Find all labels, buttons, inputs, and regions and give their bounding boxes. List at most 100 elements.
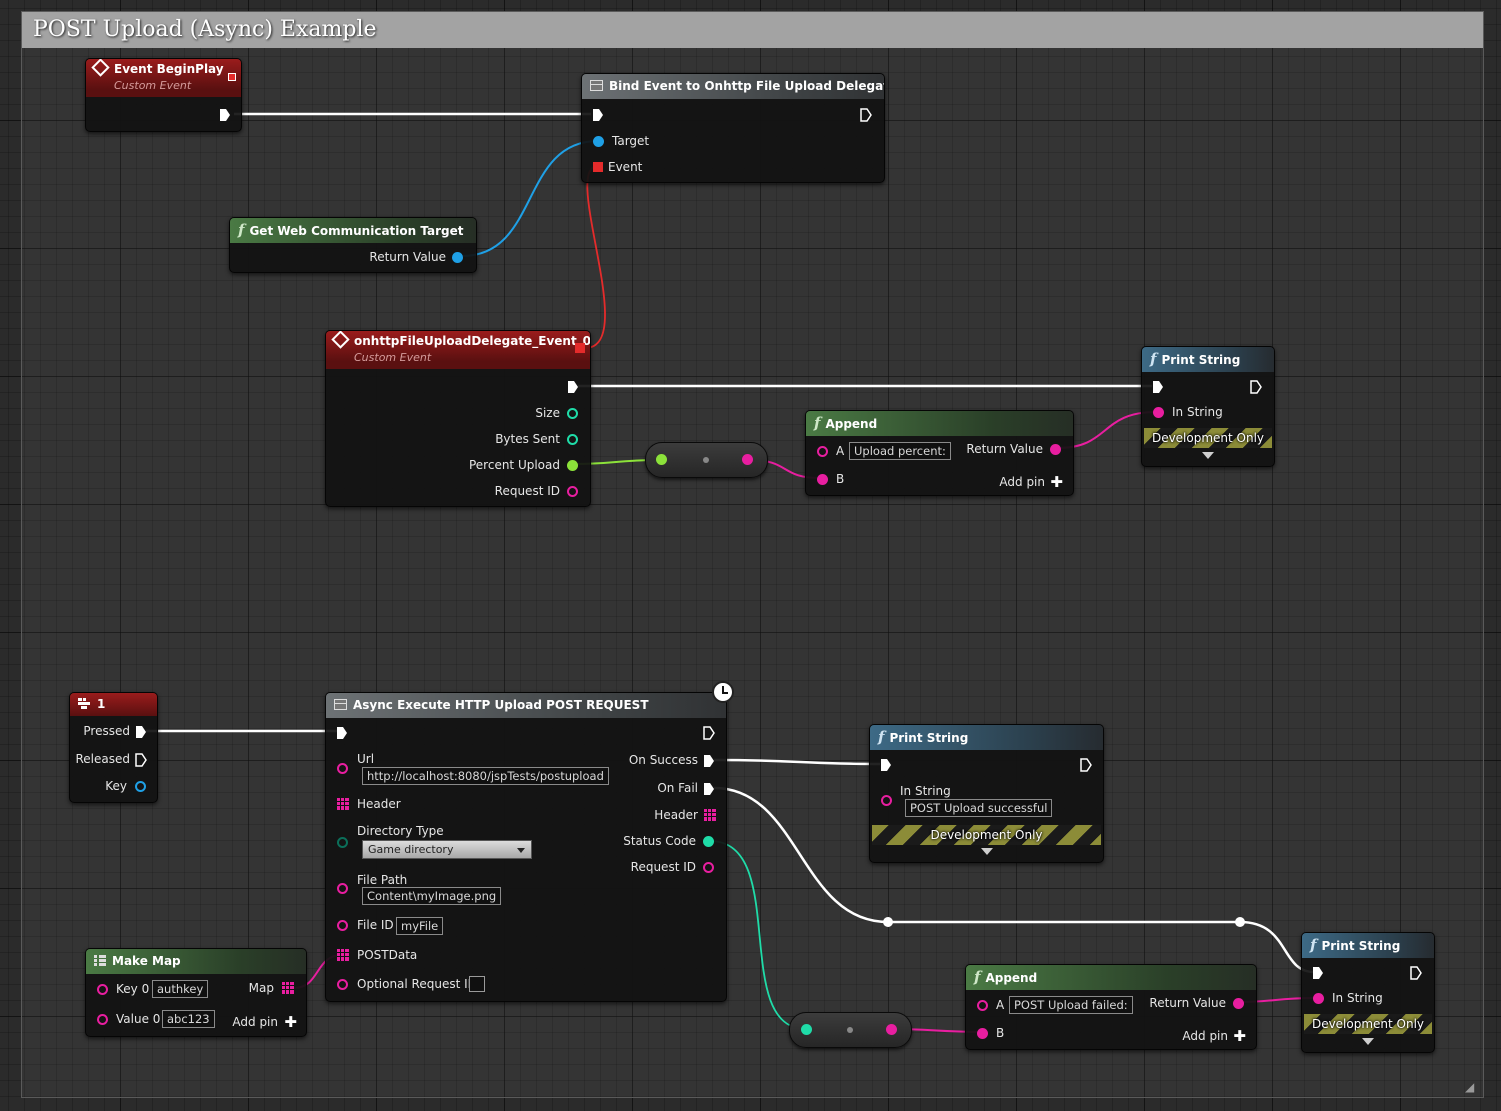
value-0-input[interactable]: abc123 bbox=[162, 1010, 215, 1028]
delegate-pin[interactable] bbox=[228, 73, 236, 81]
add-pin-label[interactable]: Add pin bbox=[232, 1015, 278, 1029]
node-title: Async Execute HTTP Upload POST REQUEST bbox=[353, 698, 649, 712]
in-string-pin[interactable] bbox=[1313, 993, 1324, 1004]
header-map-pin[interactable] bbox=[337, 798, 349, 810]
b-pin[interactable] bbox=[977, 1028, 988, 1039]
file-id-pin[interactable] bbox=[337, 920, 348, 931]
node-key-event-1[interactable]: 1 Pressed Released Key bbox=[69, 692, 158, 803]
blueprint-graph[interactable]: POST Upload (Async) Example ◢ Event Begi… bbox=[0, 0, 1501, 1111]
value-0-pin[interactable] bbox=[97, 1014, 108, 1025]
conversion-out-pin[interactable] bbox=[742, 454, 753, 465]
header-out-map-pin[interactable] bbox=[704, 809, 716, 821]
node-bind-event[interactable]: Bind Event to Onhttp File Upload Delegat… bbox=[581, 73, 885, 183]
node-print-string-success[interactable]: f Print String In String POST Upload succ… bbox=[869, 724, 1104, 863]
target-pin[interactable] bbox=[593, 136, 604, 147]
node-append-top[interactable]: f Append A Upload percent: Return Value B… bbox=[805, 410, 1074, 496]
optional-request-id-checkbox[interactable] bbox=[469, 976, 485, 992]
directory-type-dropdown[interactable]: Game directory bbox=[362, 840, 532, 859]
a-string-input[interactable]: Upload percent: bbox=[849, 442, 951, 460]
pressed-exec-pin[interactable] bbox=[135, 725, 147, 739]
exec-in-pin[interactable] bbox=[1152, 380, 1164, 394]
conversion-in-pin[interactable] bbox=[656, 454, 667, 465]
a-pin[interactable] bbox=[817, 446, 828, 457]
exec-out-pin[interactable] bbox=[1080, 758, 1092, 772]
node-event-beginplay[interactable]: Event BeginPlay Custom Event bbox=[85, 58, 242, 132]
file-path-input[interactable]: Content\myImage.png bbox=[362, 887, 502, 905]
expand-arrow-icon[interactable] bbox=[981, 848, 993, 855]
percent-upload-pin[interactable] bbox=[567, 460, 578, 471]
url-pin[interactable] bbox=[337, 763, 348, 774]
exec-out-pin[interactable] bbox=[1250, 380, 1262, 394]
node-header: Bind Event to Onhttp File Upload Delegat… bbox=[582, 74, 884, 99]
pressed-label: Pressed bbox=[83, 724, 130, 738]
conversion-out-pin[interactable] bbox=[886, 1024, 897, 1035]
return-value-pin[interactable] bbox=[452, 252, 463, 263]
a-string-input[interactable]: POST Upload failed: bbox=[1009, 996, 1133, 1014]
file-path-pin[interactable] bbox=[337, 883, 348, 894]
map-icon bbox=[94, 955, 106, 966]
add-pin-icon[interactable]: ✚ bbox=[1233, 1029, 1246, 1044]
released-exec-pin[interactable] bbox=[135, 753, 147, 767]
key-0-pin[interactable] bbox=[97, 984, 108, 995]
comment-title[interactable]: POST Upload (Async) Example bbox=[22, 12, 1483, 48]
event-delegate-pin[interactable] bbox=[593, 162, 603, 172]
exec-out-pin[interactable] bbox=[219, 108, 231, 122]
on-fail-exec-pin[interactable] bbox=[703, 782, 715, 796]
exec-in-pin[interactable] bbox=[880, 758, 892, 772]
request-id-pin[interactable] bbox=[567, 486, 578, 497]
node-append-bottom[interactable]: f Append A POST Upload failed: Return Val… bbox=[965, 964, 1257, 1050]
add-pin-label[interactable]: Add pin bbox=[999, 475, 1045, 489]
node-upload-delegate-event[interactable]: onhttpFileUploadDelegate_Event_0 Custom … bbox=[325, 330, 591, 507]
return-value-pin[interactable] bbox=[1050, 444, 1061, 455]
node-async-http-upload[interactable]: Async Execute HTTP Upload POST REQUEST U… bbox=[325, 692, 727, 1002]
file-id-input[interactable]: myFile bbox=[396, 917, 444, 935]
node-print-string-fail[interactable]: f Print String In String Development Only bbox=[1301, 932, 1435, 1053]
key-0-input[interactable]: authkey bbox=[152, 980, 209, 998]
postdata-map-pin[interactable] bbox=[337, 949, 349, 961]
exec-out-pin[interactable] bbox=[1410, 966, 1422, 980]
bytes-sent-pin[interactable] bbox=[567, 434, 578, 445]
exec-out-pin[interactable] bbox=[703, 726, 715, 740]
return-value-pin[interactable] bbox=[1233, 998, 1244, 1009]
in-string-input[interactable]: POST Upload successful bbox=[905, 799, 1053, 817]
a-pin[interactable] bbox=[977, 1000, 988, 1011]
exec-out-pin[interactable] bbox=[567, 380, 579, 394]
b-pin[interactable] bbox=[817, 474, 828, 485]
add-pin-icon[interactable]: ✚ bbox=[284, 1015, 297, 1030]
expand-arrow-icon[interactable] bbox=[1362, 1038, 1374, 1045]
delegate-pin[interactable] bbox=[575, 343, 585, 353]
expand-arrow-icon[interactable] bbox=[1202, 452, 1214, 459]
map-out-pin[interactable] bbox=[282, 982, 294, 994]
exec-in-pin[interactable] bbox=[592, 108, 604, 122]
exec-in-pin[interactable] bbox=[1312, 966, 1324, 980]
node-title: Print String bbox=[889, 731, 969, 745]
resize-grip-icon[interactable]: ◢ bbox=[1465, 1080, 1479, 1094]
optional-request-id-pin[interactable] bbox=[337, 979, 348, 990]
in-string-pin[interactable] bbox=[881, 795, 892, 806]
directory-type-label: Directory Type bbox=[357, 824, 444, 838]
wire-knot[interactable] bbox=[883, 917, 893, 927]
conversion-node-int-to-string[interactable] bbox=[789, 1012, 912, 1048]
key-pin[interactable] bbox=[135, 781, 146, 792]
in-string-label: In String bbox=[1172, 405, 1223, 419]
node-make-map[interactable]: Make Map Key 0 authkey Value 0 abc123 Ma… bbox=[85, 948, 307, 1037]
status-code-pin[interactable] bbox=[703, 836, 714, 847]
conversion-node-float-to-string[interactable] bbox=[645, 442, 768, 478]
node-print-string-top[interactable]: f Print String In String Development Only bbox=[1141, 346, 1275, 467]
wire-knot[interactable] bbox=[1235, 917, 1245, 927]
node-subtitle: Custom Event bbox=[354, 351, 432, 364]
exec-in-pin[interactable] bbox=[336, 726, 348, 740]
exec-out-pin[interactable] bbox=[860, 108, 872, 122]
url-input[interactable]: http://localhost:8080/jspTests/postuploa… bbox=[362, 767, 609, 785]
postdata-label: POSTData bbox=[357, 948, 418, 962]
in-string-pin[interactable] bbox=[1153, 407, 1164, 418]
directory-type-pin[interactable] bbox=[337, 837, 348, 848]
conversion-in-pin[interactable] bbox=[801, 1024, 812, 1035]
on-success-exec-pin[interactable] bbox=[703, 754, 715, 768]
node-title: onhttpFileUploadDelegate_Event_0 bbox=[354, 334, 590, 348]
size-pin[interactable] bbox=[567, 408, 578, 419]
node-get-web-target[interactable]: f Get Web Communication Target Return Val… bbox=[229, 217, 477, 273]
request-id-out-pin[interactable] bbox=[703, 862, 714, 873]
add-pin-label[interactable]: Add pin bbox=[1182, 1029, 1228, 1043]
add-pin-icon[interactable]: ✚ bbox=[1050, 475, 1063, 490]
